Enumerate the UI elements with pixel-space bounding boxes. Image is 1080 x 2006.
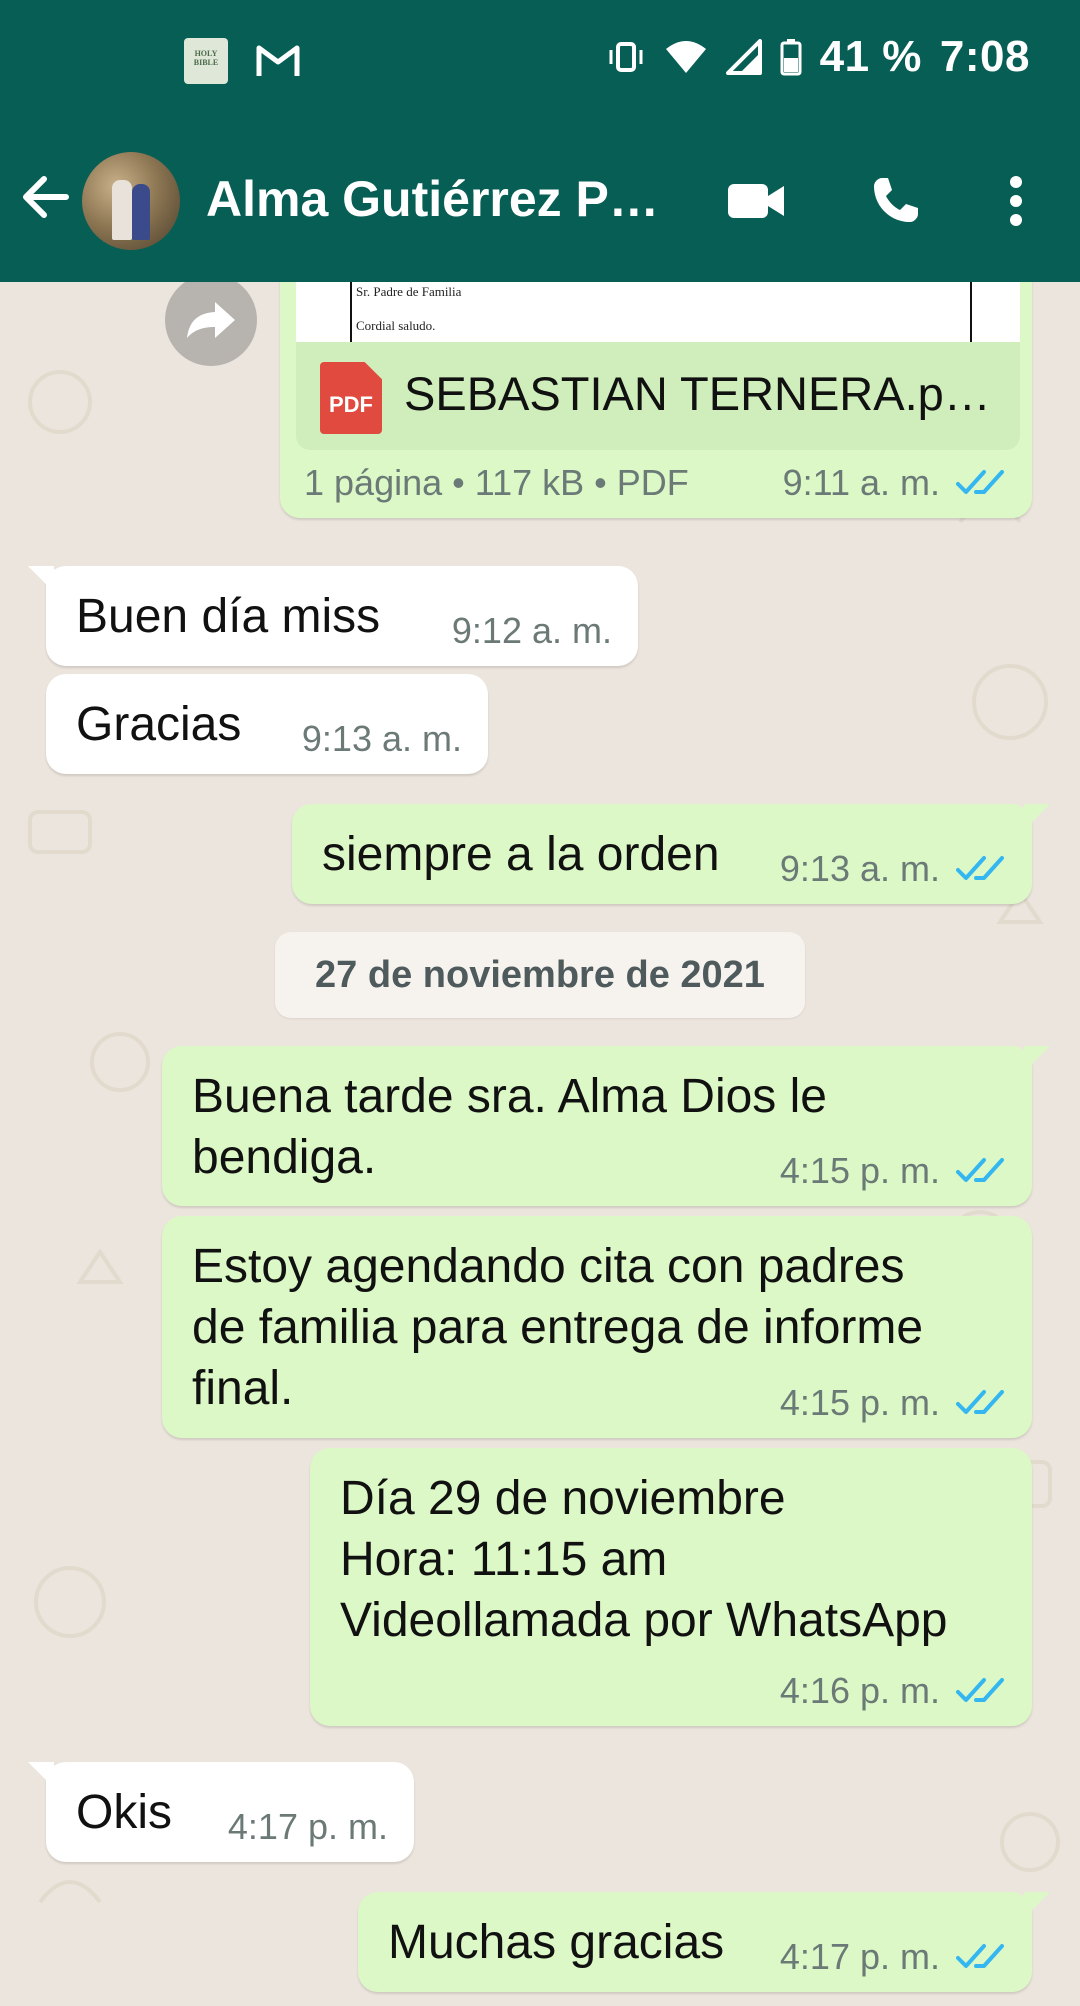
message-meta: 4:16 p. m.	[780, 1670, 1006, 1712]
battery-icon	[780, 39, 802, 76]
outgoing-message[interactable]: Muchas gracias 4:17 p. m.	[358, 1892, 1050, 1992]
message-text: Día 29 de noviembre Hora: 11:15 am Video…	[340, 1472, 948, 1647]
incoming-message[interactable]: Buen día miss 9:12 a. m.	[28, 566, 638, 666]
message-time: 4:17 p. m.	[227, 1806, 388, 1847]
status-bar: HOLY BIBLE 41 % 7:08	[0, 0, 1080, 120]
message-meta: 9:12 a. m.	[452, 610, 612, 652]
message-time: 9:11 a. m.	[782, 462, 940, 503]
document-preview[interactable]: Sr. Padre de Familia Cordial saludo.	[296, 282, 1020, 342]
message-time: 4:17 p. m.	[779, 1936, 940, 1977]
chat-area[interactable]: Sr. Padre de Familia Cordial saludo. PDF…	[0, 282, 1080, 2006]
incoming-message[interactable]: Gracias 9:13 a. m.	[46, 674, 488, 774]
read-receipt-icon	[956, 1390, 1004, 1414]
voice-call-icon[interactable]	[870, 174, 922, 226]
contact-avatar[interactable]	[82, 152, 180, 250]
cell-signal-icon	[725, 39, 762, 75]
document-info: 1 página • 117 kB • PDF	[304, 462, 689, 503]
message-time: 9:13 a. m.	[301, 718, 462, 759]
chat-header: Alma Gutiérrez Pa…	[0, 120, 1080, 282]
bible-app-icon: HOLY BIBLE	[184, 38, 228, 84]
battery-level: 41 %	[819, 32, 922, 81]
forward-icon	[187, 302, 235, 338]
message-time: 9:13 a. m.	[779, 848, 940, 889]
preview-line-2: Cordial saludo.	[356, 318, 436, 333]
vibrate-icon	[609, 42, 643, 72]
outgoing-message[interactable]: Estoy agendando cita con padres de famil…	[162, 1216, 1032, 1438]
pdf-icon-label: PDF	[329, 392, 373, 417]
date-separator: 27 de noviembre de 2021	[275, 932, 805, 1018]
message-meta: 9:13 a. m.	[302, 718, 462, 760]
message-time: 9:12 a. m.	[451, 610, 612, 651]
outgoing-message[interactable]: Día 29 de noviembre Hora: 11:15 am Video…	[310, 1448, 1032, 1726]
message-meta: 4:15 p. m.	[780, 1382, 1006, 1424]
read-receipt-icon	[956, 1158, 1004, 1182]
document-file-row[interactable]: PDF SEBASTIAN TERNERA.p…	[296, 342, 1020, 450]
message-time: 4:15 p. m.	[779, 1382, 940, 1423]
wifi-icon	[665, 41, 706, 73]
message-meta: 4:15 p. m.	[780, 1150, 1006, 1192]
read-receipt-icon	[956, 856, 1004, 880]
message-meta: 4:17 p. m.	[228, 1806, 388, 1848]
gmail-icon	[256, 45, 300, 76]
preview-line-1: Sr. Padre de Familia	[356, 284, 462, 299]
bible-icon-text: HOLY BIBLE	[193, 49, 219, 67]
message-time: 4:15 p. m.	[779, 1150, 940, 1191]
incoming-message[interactable]: Okis 4:17 p. m.	[28, 1762, 414, 1862]
more-options-icon[interactable]	[1008, 176, 1024, 226]
back-arrow-icon[interactable]	[20, 175, 70, 219]
outgoing-message[interactable]: Buena tarde sra. Alma Dios le bendiga. 4…	[162, 1046, 1050, 1206]
message-meta: 9:11 a. m.	[783, 462, 1006, 504]
read-receipt-icon	[956, 1678, 1004, 1702]
read-receipt-icon	[956, 470, 1004, 494]
message-meta: 9:13 a. m.	[780, 848, 1006, 890]
outgoing-message[interactable]: siempre a la orden 9:13 a. m.	[292, 804, 1050, 904]
read-receipt-icon	[956, 1944, 1004, 1968]
pdf-file-icon: PDF	[320, 362, 382, 434]
document-message[interactable]: Sr. Padre de Familia Cordial saludo. PDF…	[280, 282, 1032, 518]
video-call-icon[interactable]	[726, 178, 786, 222]
message-time: 4:16 p. m.	[779, 1670, 940, 1711]
clock: 7:08	[939, 32, 1030, 81]
contact-name[interactable]: Alma Gutiérrez Pa…	[206, 170, 666, 228]
document-file-name: SEBASTIAN TERNERA.p…	[404, 367, 991, 420]
message-meta: 4:17 p. m.	[780, 1936, 1006, 1978]
